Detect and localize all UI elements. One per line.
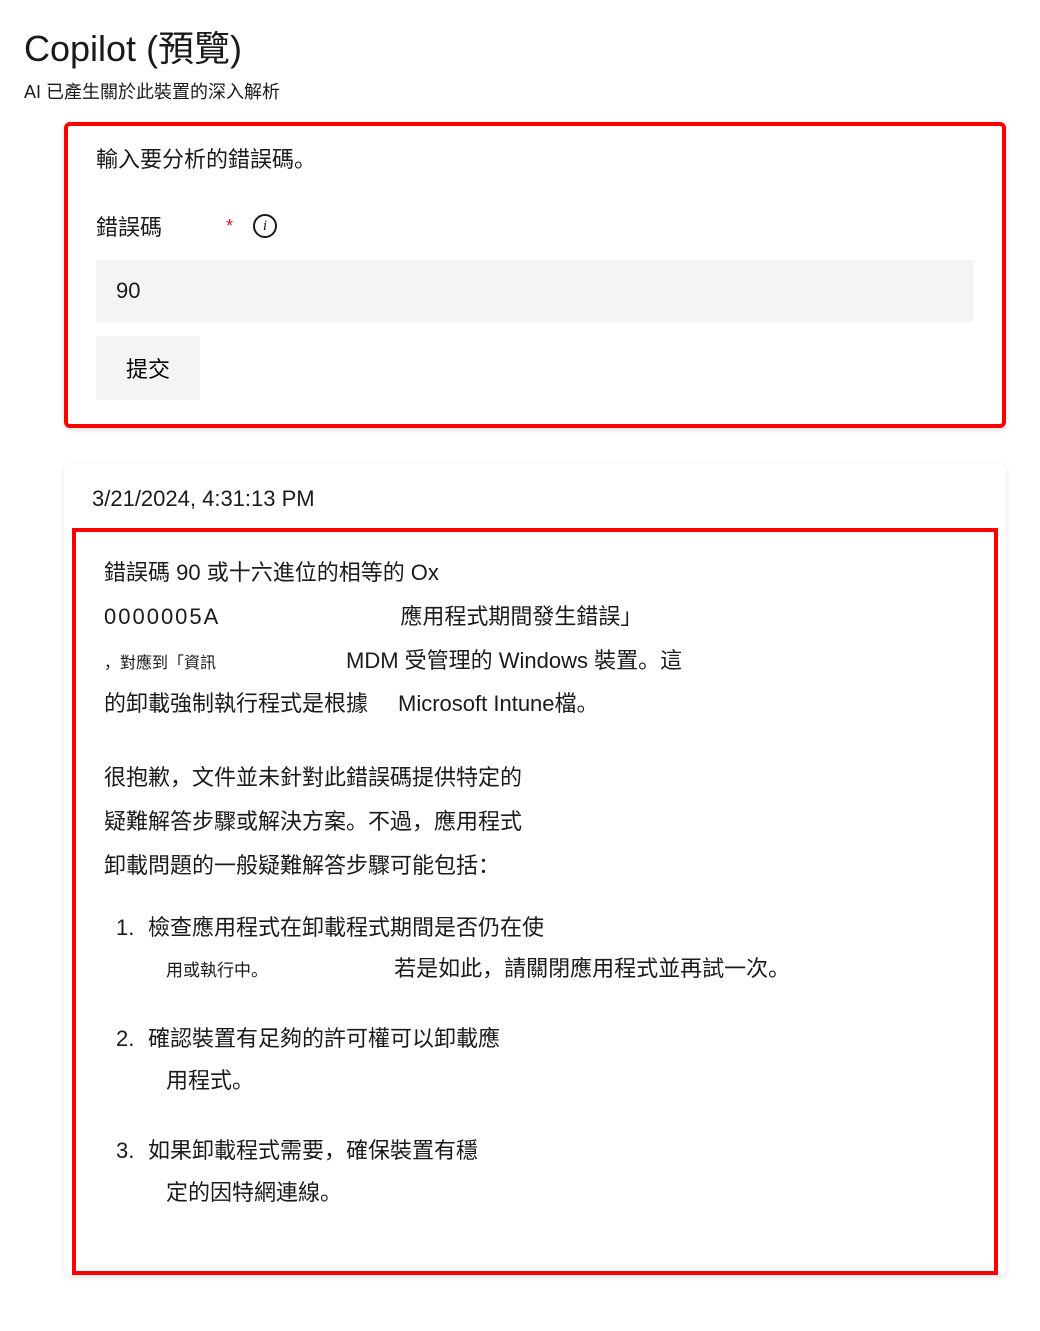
step-right-text: 若是如此，請關閉應用程式並再試一次。 (394, 948, 790, 990)
response-timestamp: 3/21/2024, 4:31:13 PM (64, 464, 1006, 518)
field-row: 錯誤碼 * i (96, 210, 974, 242)
page-subtitle: AI 已產生關於此裝置的深入解析 (24, 78, 1016, 104)
response-fragment: MDM 受管理的 Windows 裝置。這 (346, 640, 682, 682)
response-card: 3/21/2024, 4:31:13 PM 錯誤碼 90 或十六進位的相等的 O… (64, 464, 1006, 1275)
response-line: 很抱歉，文件並未針對此錯誤碼提供特定的 (104, 757, 966, 799)
page-title: Copilot (預覽) (24, 20, 1016, 72)
step-item: 確認裝置有足夠的許可權可以卸載應 用程式。 (148, 1018, 966, 1102)
hex-code: 0000005A (104, 596, 220, 638)
error-code-form-card: 輸入要分析的錯誤碼。 錯誤碼 * i 提交 (64, 122, 1006, 428)
response-line: 錯誤碼 90 或十六進位的相等的 Ox (104, 552, 966, 594)
step-continue: 用程式。 (148, 1060, 966, 1102)
troubleshooting-steps: 檢查應用程式在卸載程式期間是否仍在使 用或執行中。 若是如此，請關閉應用程式並再… (104, 907, 966, 1214)
required-indicator: * (226, 216, 233, 237)
error-code-label: 錯誤碼 (96, 210, 226, 242)
info-icon[interactable]: i (253, 214, 277, 238)
step-continue: 用或執行中。 若是如此，請關閉應用程式並再試一次。 (148, 948, 966, 990)
response-line: 疑難解答步驟或解決方案。不過，應用程式 (104, 801, 966, 843)
response-line: 的卸載強制執行程式是根據 Microsoft Intune檔。 (104, 683, 966, 725)
step-main: 確認裝置有足夠的許可權可以卸載應 (148, 1026, 500, 1051)
response-fragment: 的卸載強制執行程式是根據 (104, 691, 368, 716)
response-text: 錯誤碼 90 或十六進位的相等的 Ox 0000005A應用程式期間發生錯誤」 … (104, 552, 966, 1213)
response-line: ，對應到「資訊 MDM 受管理的 Windows 裝置。這 (104, 640, 966, 682)
step-small-text: 用或執行中。 (166, 961, 268, 980)
submit-button[interactable]: 提交 (96, 336, 200, 400)
response-line: 卸載問題的一般疑難解答步驟可能包括： (104, 845, 966, 887)
response-line: 0000005A 應用程式期間發生錯誤」 (104, 596, 966, 638)
step-main: 檢查應用程式在卸載程式期間是否仍在使 (148, 915, 544, 940)
step-item: 如果卸載程式需要，確保裝置有穩 定的因特網連線。 (148, 1130, 966, 1214)
response-fragment: Microsoft Intune檔。 (398, 683, 599, 725)
form-prompt: 輸入要分析的錯誤碼。 (96, 142, 974, 174)
response-fragment: 應用程式期間發生錯誤」 (400, 604, 642, 629)
response-fragment: ，對應到「資訊 (104, 655, 216, 672)
error-code-input[interactable] (96, 260, 974, 322)
step-item: 檢查應用程式在卸載程式期間是否仍在使 用或執行中。 若是如此，請關閉應用程式並再… (148, 907, 966, 991)
step-continue: 定的因特網連線。 (148, 1172, 966, 1214)
response-content: 錯誤碼 90 或十六進位的相等的 Ox 0000005A應用程式期間發生錯誤」 … (72, 528, 998, 1275)
step-main: 如果卸載程式需要，確保裝置有穩 (148, 1138, 478, 1163)
